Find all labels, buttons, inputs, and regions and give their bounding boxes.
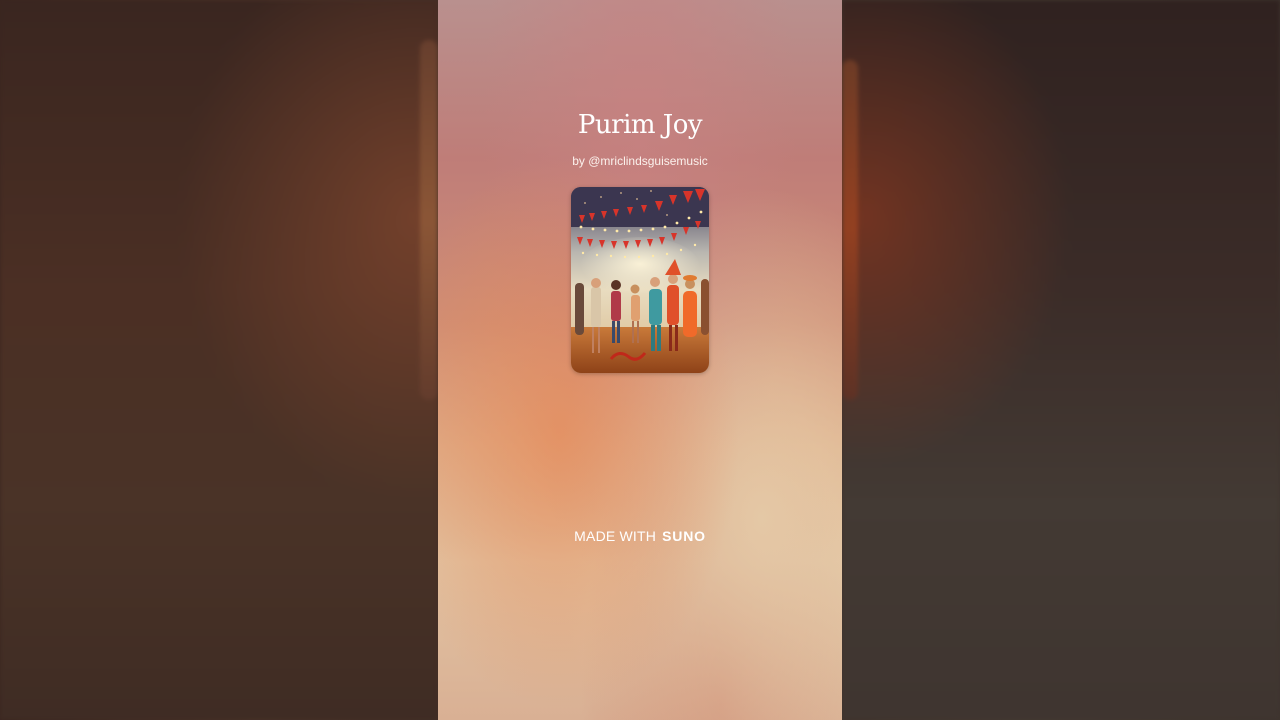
right-backdrop-edge (842, 60, 858, 400)
right-blurred-backdrop (842, 0, 1280, 720)
song-title: Purim Joy (577, 110, 703, 140)
cover-art-image[interactable] (571, 187, 709, 373)
made-with-label: MADE WITH (574, 528, 657, 544)
left-backdrop-edge (420, 40, 438, 400)
artist-byline[interactable]: by @mriclindsguisemusic (438, 154, 842, 168)
suno-brand-logo[interactable]: SUNO (662, 528, 706, 544)
made-with-suno-footer: MADE WITH SUNO (438, 528, 842, 544)
song-card: Purim Joy by @mriclindsguisemusic MADE W… (438, 0, 842, 720)
video-frame: Purim Joy by @mriclindsguisemusic MADE W… (0, 0, 1280, 720)
left-blurred-backdrop (0, 0, 438, 720)
